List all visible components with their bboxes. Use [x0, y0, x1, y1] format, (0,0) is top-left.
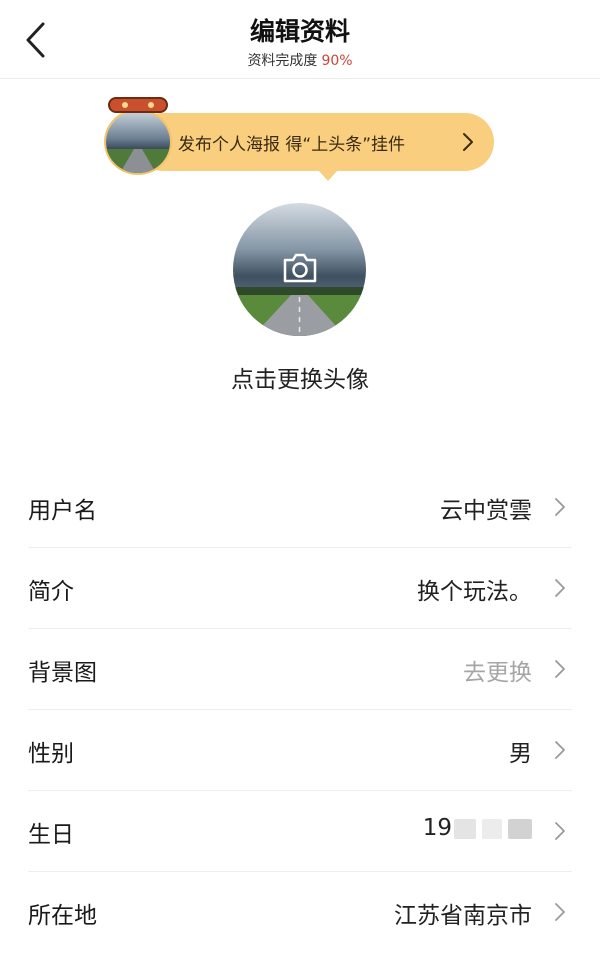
header-bar: 编辑资料 资料完成度 90%: [0, 0, 600, 79]
row-label: 简介: [28, 579, 74, 605]
profile-fields-list: 用户名 云中赏雲 简介 换个玩法。 背景图 去更换 性别 男 生日 19 所在地…: [28, 467, 572, 952]
headline-badge-icon: [108, 97, 168, 113]
username-value: 云中赏雲: [440, 498, 532, 524]
promo-avatar-thumbnail: [104, 109, 172, 175]
row-location[interactable]: 所在地 江苏省南京市: [28, 872, 572, 952]
edit-profile-page: 编辑资料 资料完成度 90% 发布个人海报 得“上头条”挂件 点击更换头像 用户…: [0, 0, 600, 965]
chevron-right-icon: [555, 822, 565, 840]
avatar[interactable]: [233, 203, 366, 336]
promo-pill[interactable]: 发布个人海报 得“上头条”挂件: [134, 113, 494, 181]
promo-text: 发布个人海报 得“上头条”挂件: [178, 135, 406, 155]
chevron-right-icon: [555, 498, 565, 516]
row-label: 所在地: [28, 903, 97, 929]
row-bio[interactable]: 简介 换个玩法。: [28, 548, 572, 629]
row-background-image[interactable]: 背景图 去更换: [28, 629, 572, 710]
birthday-visible-digits: 19: [422, 815, 452, 841]
completion-value: 90%: [321, 53, 353, 69]
completion-label: 资料完成度: [247, 53, 318, 69]
row-label: 生日: [28, 822, 74, 848]
row-label: 用户名: [28, 498, 97, 524]
birthday-redaction: [482, 818, 502, 839]
birthday-redaction: [508, 818, 532, 839]
camera-icon: [283, 253, 317, 283]
page-title: 编辑资料: [249, 17, 350, 46]
chevron-right-icon: [555, 741, 565, 759]
row-label: 性别: [28, 741, 74, 767]
row-label: 背景图: [28, 660, 97, 686]
location-value: 江苏省南京市: [394, 903, 532, 929]
birthday-value: 19: [423, 815, 532, 841]
chevron-right-icon: [555, 903, 565, 921]
profile-completion: 资料完成度 90%: [0, 50, 600, 70]
row-birthday[interactable]: 生日 19: [28, 791, 572, 872]
background-value: 去更换: [463, 660, 532, 686]
bio-value: 换个玩法。: [417, 579, 532, 605]
chevron-right-icon: [555, 579, 565, 597]
gender-value: 男: [509, 741, 532, 767]
row-username[interactable]: 用户名 云中赏雲: [28, 467, 572, 548]
row-gender[interactable]: 性别 男: [28, 710, 572, 791]
chevron-right-icon: [463, 133, 473, 151]
change-avatar-label[interactable]: 点击更换头像: [0, 360, 600, 394]
chevron-right-icon: [555, 660, 565, 678]
poster-promo-banner[interactable]: 发布个人海报 得“上头条”挂件: [104, 97, 494, 181]
birthday-redaction: [454, 818, 476, 839]
